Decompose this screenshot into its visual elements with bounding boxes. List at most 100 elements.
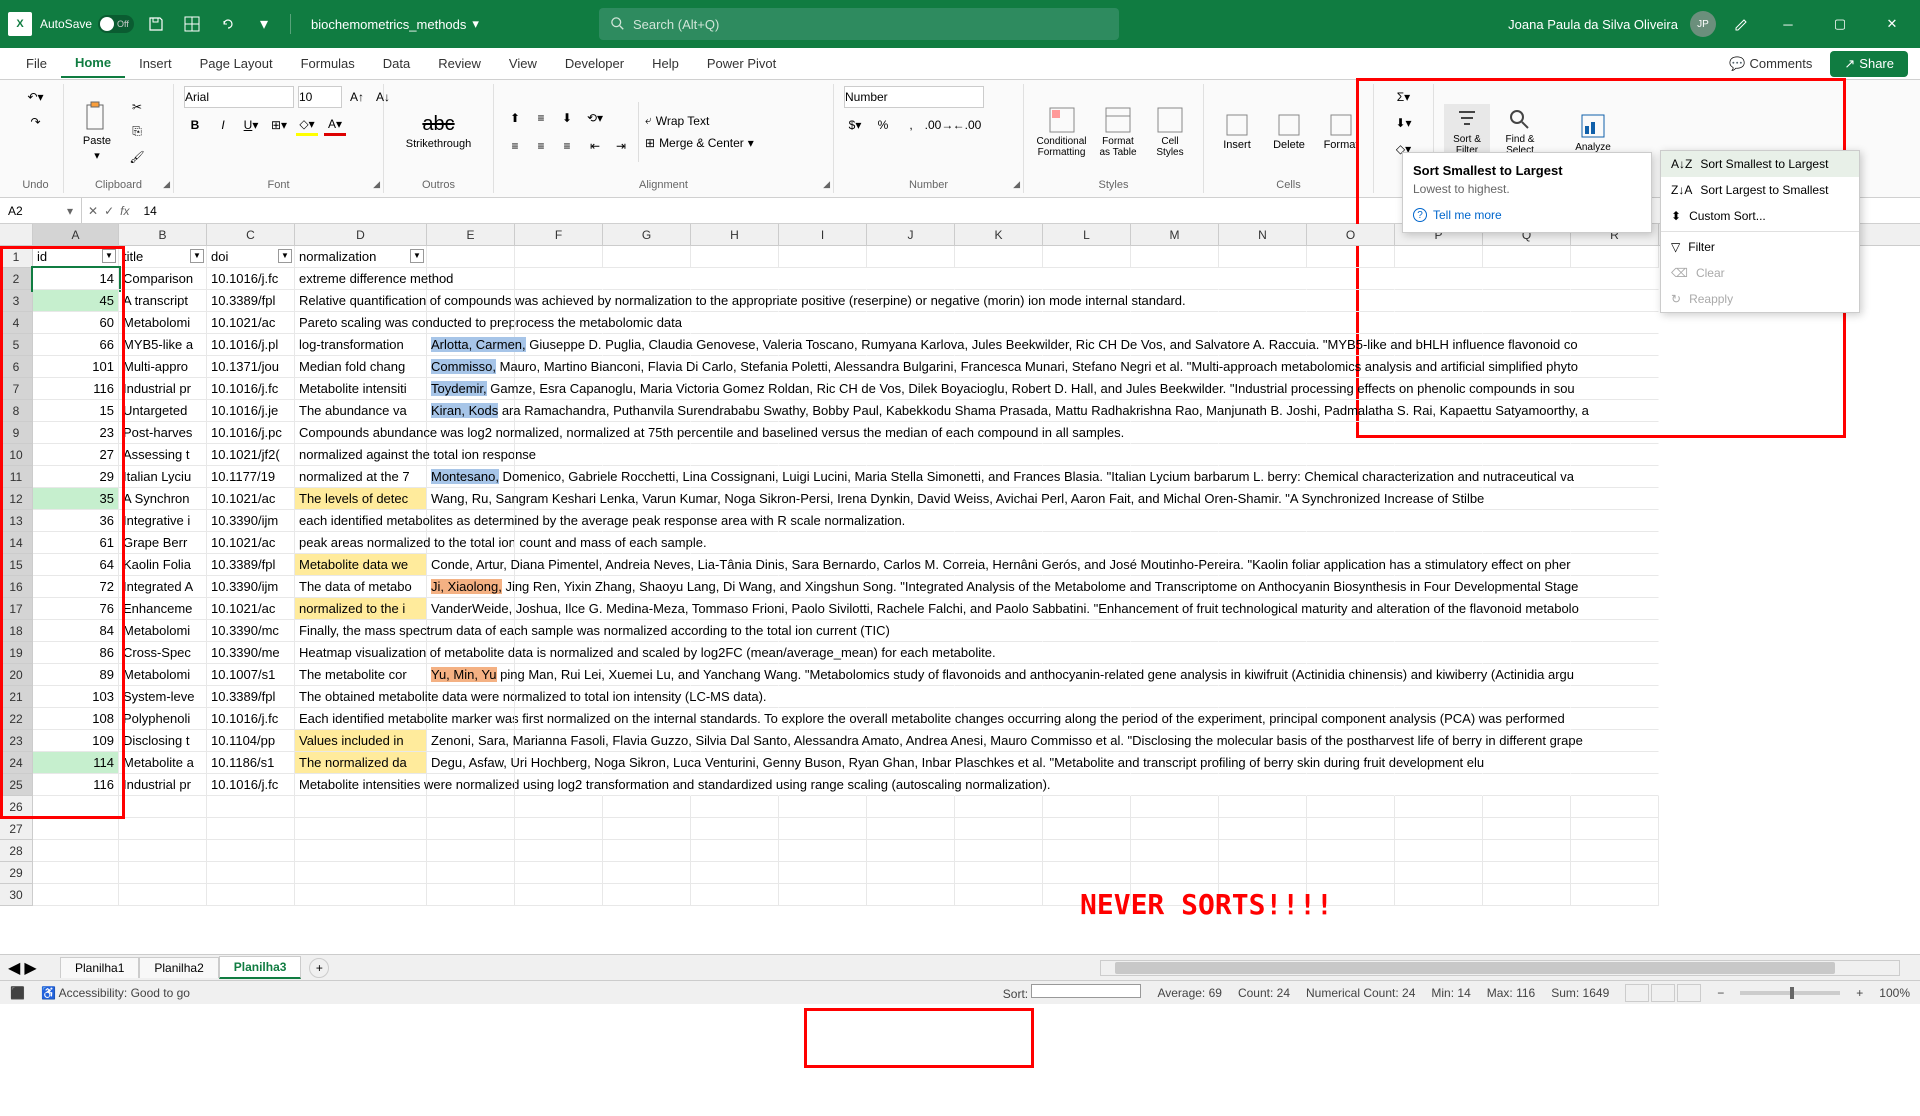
row-header-30[interactable]: 30 (0, 884, 33, 906)
cell[interactable] (779, 510, 867, 532)
cell[interactable] (1307, 334, 1395, 356)
cell[interactable] (119, 862, 207, 884)
col-header-D[interactable]: D (295, 224, 427, 245)
orientation-button[interactable]: ⟲▾ (584, 107, 606, 129)
cell[interactable] (955, 422, 1043, 444)
cell[interactable]: VanderWeide, Joshua, Ilce G. Medina-Meza… (427, 598, 515, 620)
cell[interactable]: Relative quantification of compounds was… (295, 290, 427, 312)
cell[interactable] (867, 840, 955, 862)
cell[interactable]: Comparison (119, 268, 207, 290)
row-header-21[interactable]: 21 (0, 686, 33, 708)
row-header-19[interactable]: 19 (0, 642, 33, 664)
col-header-J[interactable]: J (867, 224, 955, 245)
cell[interactable] (603, 576, 691, 598)
cell[interactable] (427, 884, 515, 906)
cell[interactable] (955, 686, 1043, 708)
close-button[interactable]: ✕ (1872, 4, 1912, 44)
cell[interactable] (295, 818, 427, 840)
cell[interactable] (427, 818, 515, 840)
cell[interactable] (1043, 642, 1131, 664)
tab-view[interactable]: View (495, 50, 551, 77)
cell[interactable] (515, 532, 603, 554)
col-header-C[interactable]: C (207, 224, 295, 245)
cell[interactable] (1307, 400, 1395, 422)
cell[interactable] (1131, 378, 1219, 400)
cell[interactable] (867, 466, 955, 488)
cell[interactable] (1219, 730, 1307, 752)
cell[interactable] (1219, 862, 1307, 884)
cell[interactable] (1483, 268, 1571, 290)
cell[interactable] (1219, 642, 1307, 664)
cell[interactable] (1395, 730, 1483, 752)
row-header-20[interactable]: 20 (0, 664, 33, 686)
cell[interactable]: Compounds abundance was log2 normalized,… (295, 422, 427, 444)
sheet-next[interactable]: ▶ (24, 958, 36, 978)
cell[interactable] (1571, 774, 1659, 796)
cell[interactable] (1131, 510, 1219, 532)
cell[interactable] (867, 334, 955, 356)
sheet-tab-1[interactable]: Planilha1 (60, 957, 139, 978)
cell[interactable] (1571, 862, 1659, 884)
cell[interactable] (1219, 466, 1307, 488)
cell[interactable] (427, 840, 515, 862)
cell[interactable] (1483, 862, 1571, 884)
cell[interactable] (779, 488, 867, 510)
cell[interactable] (515, 290, 603, 312)
cell[interactable]: Grape Berr (119, 532, 207, 554)
cell[interactable] (1483, 290, 1571, 312)
horizontal-scrollbar[interactable] (1100, 960, 1900, 976)
cell[interactable] (1219, 356, 1307, 378)
cell[interactable]: Toydemir, Gamze, Esra Capanoglu, Maria V… (427, 378, 515, 400)
cell[interactable] (955, 268, 1043, 290)
cell[interactable] (867, 356, 955, 378)
cell[interactable] (867, 532, 955, 554)
cell[interactable] (1395, 312, 1483, 334)
cell[interactable] (1395, 774, 1483, 796)
cell[interactable]: 109 (33, 730, 119, 752)
cell[interactable] (515, 444, 603, 466)
cell[interactable]: Values included in (295, 730, 427, 752)
cell[interactable] (867, 708, 955, 730)
cell[interactable] (1307, 642, 1395, 664)
cell[interactable] (1307, 708, 1395, 730)
cell[interactable] (1131, 796, 1219, 818)
cell[interactable] (955, 290, 1043, 312)
cell[interactable] (867, 312, 955, 334)
cell[interactable] (1131, 400, 1219, 422)
cell[interactable] (1571, 268, 1659, 290)
cell[interactable] (1571, 620, 1659, 642)
cell[interactable] (1395, 422, 1483, 444)
cell[interactable]: Kiran, Kods ara Ramachandra, Puthanvila … (427, 400, 515, 422)
cell[interactable] (779, 796, 867, 818)
cell[interactable]: 116 (33, 378, 119, 400)
cell[interactable]: Metabolite data we (295, 554, 427, 576)
cell[interactable] (779, 642, 867, 664)
cell[interactable]: Untargeted (119, 400, 207, 422)
cell[interactable] (515, 378, 603, 400)
name-box[interactable]: A2▾ (0, 198, 82, 223)
cell[interactable] (1307, 840, 1395, 862)
insert-cells-button[interactable]: Insert (1214, 109, 1260, 155)
sheet-prev[interactable]: ◀ (8, 958, 20, 978)
cell[interactable] (1219, 554, 1307, 576)
cell[interactable] (955, 488, 1043, 510)
col-header-H[interactable]: H (691, 224, 779, 245)
tab-file[interactable]: File (12, 50, 61, 77)
cell[interactable] (119, 884, 207, 906)
cell[interactable] (603, 752, 691, 774)
cell[interactable] (691, 576, 779, 598)
cell[interactable] (779, 576, 867, 598)
cell[interactable]: Metabolite intensiti (295, 378, 427, 400)
cell[interactable]: 103 (33, 686, 119, 708)
cell[interactable] (1043, 290, 1131, 312)
cell[interactable] (603, 774, 691, 796)
cell[interactable]: id▼ (33, 246, 119, 268)
cell[interactable] (955, 818, 1043, 840)
cell[interactable] (867, 664, 955, 686)
cell[interactable] (603, 554, 691, 576)
cell[interactable] (779, 532, 867, 554)
cell[interactable] (955, 620, 1043, 642)
row-header-29[interactable]: 29 (0, 862, 33, 884)
cell[interactable]: Ji, Xiaolong, Jing Ren, Yixin Zhang, Sha… (427, 576, 515, 598)
cell[interactable] (1131, 840, 1219, 862)
